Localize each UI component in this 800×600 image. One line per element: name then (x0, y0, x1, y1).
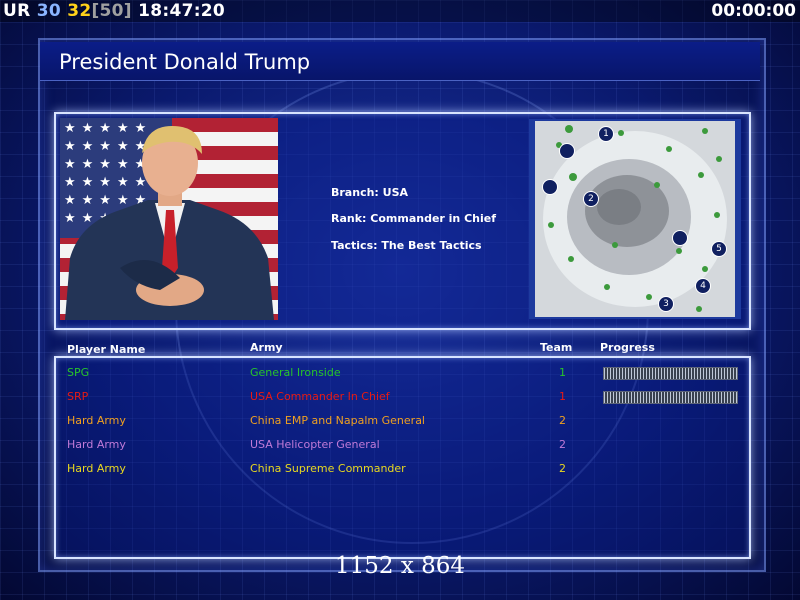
player-army: China EMP and Napalm General (250, 414, 425, 427)
hud-bar: UR 30 32[50] 18:47:20 00:00:00 (0, 0, 800, 22)
player-name: Hard Army (67, 414, 126, 427)
player-name: SPG (67, 366, 90, 379)
start-position-5: 5 (711, 241, 727, 257)
table-row: SRP USA Commander In Chief 1 (0, 390, 800, 410)
start-position-3: 3 (658, 296, 674, 312)
resolution-label: 1152 x 864 (334, 553, 466, 579)
hud-ur: UR (3, 1, 31, 21)
column-header-player: Player Name (67, 343, 146, 356)
portrait-figure (65, 126, 274, 320)
player-name: Hard Army (67, 462, 126, 475)
start-position-empty (672, 230, 688, 246)
player-team: 1 (559, 366, 566, 379)
player-name: Hard Army (67, 438, 126, 451)
column-header-progress: Progress (600, 341, 655, 354)
player-team: 2 (559, 462, 566, 475)
hud-value-a: 30 (36, 1, 61, 21)
player-progress-bar (603, 367, 738, 380)
start-position-empty (542, 179, 558, 195)
player-army: China Supreme Commander (250, 462, 406, 475)
start-position-empty (559, 143, 575, 159)
player-team: 1 (559, 390, 566, 403)
hud-bracket-value: [50] (91, 1, 132, 21)
profile-branch: Branch: USA (331, 186, 409, 199)
page-title: President Donald Trump (59, 50, 311, 74)
player-army: USA Commander In Chief (250, 390, 390, 403)
player-progress-bar (603, 391, 738, 404)
player-name: SRP (67, 390, 89, 403)
minimap: 1 2 3 4 5 (529, 119, 741, 319)
hud-timer: 00:00:00 (711, 1, 796, 21)
table-row: Hard Army China EMP and Napalm General 2 (0, 414, 800, 434)
column-header-army: Army (250, 341, 283, 354)
start-position-4: 4 (695, 278, 711, 294)
table-row: Hard Army USA Helicopter General 2 (0, 438, 800, 458)
start-position-2: 2 (583, 191, 599, 207)
start-position-1: 1 (598, 126, 614, 142)
table-row: Hard Army China Supreme Commander 2 (0, 462, 800, 482)
player-army: USA Helicopter General (250, 438, 380, 451)
profile-rank: Rank: Commander in Chief (331, 212, 497, 225)
hud-clock: 18:47:20 (138, 1, 226, 21)
table-row: SPG General Ironside 1 (0, 366, 800, 386)
player-team: 2 (559, 414, 566, 427)
general-portrait: ★★★★★★★★★★★★★★★★★★★★★★★★★★★★★★ (60, 118, 278, 320)
player-army: General Ironside (250, 366, 341, 379)
player-team: 2 (559, 438, 566, 451)
hud-value-b: 32 (67, 1, 92, 21)
profile-tactics: Tactics: The Best Tactics (331, 239, 482, 252)
column-header-team: Team (540, 341, 573, 354)
hud-stats: UR 30 32[50] 18:47:20 (3, 1, 225, 21)
